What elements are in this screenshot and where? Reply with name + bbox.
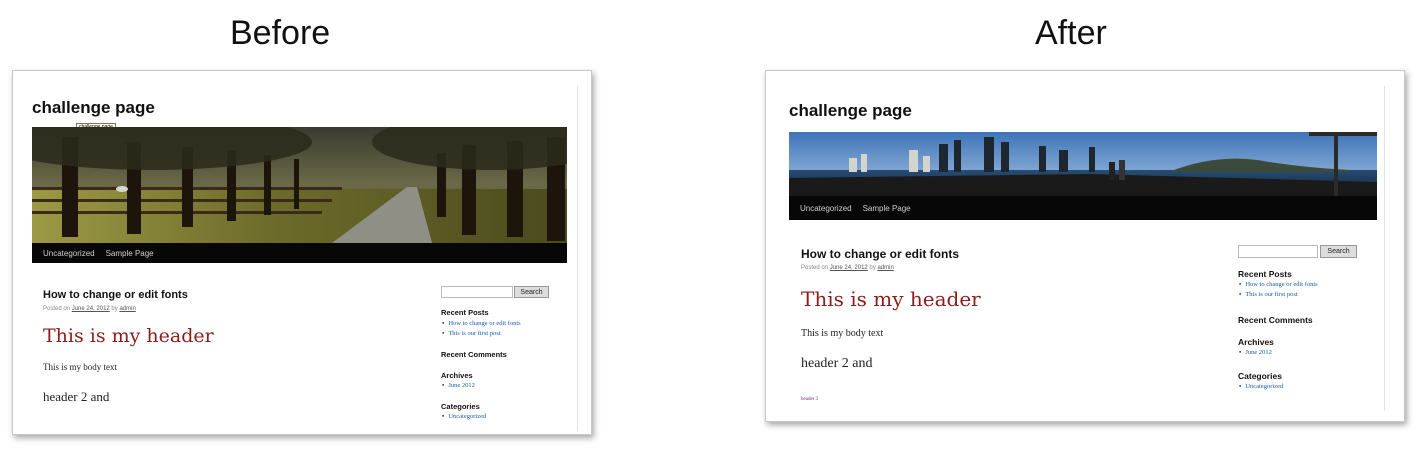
- after-screenshot: challenge page Uncategorized Sample Page…: [765, 70, 1405, 422]
- archives-list: June 2012: [442, 381, 475, 391]
- meta-date-link[interactable]: June 24, 2012: [830, 265, 868, 271]
- site-title[interactable]: challenge page: [32, 98, 155, 118]
- search-input[interactable]: [1238, 245, 1318, 258]
- post-header-1: This is my header: [801, 287, 981, 311]
- post-title[interactable]: How to change or edit fonts: [43, 289, 188, 301]
- meta-author-link[interactable]: admin: [119, 306, 135, 312]
- post-header-2: header 2 and: [43, 389, 110, 404]
- main-nav: Uncategorized Sample Page: [789, 196, 1377, 220]
- before-screenshot: challenge page challenge page: [12, 70, 592, 435]
- recent-post-link[interactable]: How to change or edit fonts: [442, 319, 520, 329]
- recent-posts-title: Recent Posts: [441, 308, 489, 317]
- recent-posts-title: Recent Posts: [1238, 269, 1292, 279]
- page-edge: [577, 86, 578, 431]
- after-label: After: [1035, 14, 1107, 52]
- archive-link[interactable]: June 2012: [1239, 348, 1272, 358]
- header-image-tree-avenue: [32, 127, 567, 243]
- post-body-text: This is my body text: [801, 328, 884, 339]
- post-title[interactable]: How to change or edit fonts: [801, 247, 959, 261]
- meta-date-link[interactable]: June 24, 2012: [72, 306, 110, 312]
- before-label: Before: [230, 14, 331, 52]
- archives-title: Archives: [1238, 337, 1274, 347]
- recent-posts-list: How to change or edit fonts This is our …: [1239, 280, 1318, 300]
- tree-avenue-image: [32, 127, 567, 243]
- archives-title: Archives: [441, 371, 473, 380]
- recent-post-link[interactable]: This is our first post: [1239, 290, 1318, 300]
- recent-comments-title: Recent Comments: [1238, 315, 1313, 325]
- search-input[interactable]: [441, 286, 513, 298]
- recent-post-link[interactable]: This is our first post: [442, 329, 521, 339]
- meta-prefix: Posted on: [43, 306, 71, 312]
- post-header-1: This is my header: [43, 325, 214, 347]
- archives-list: June 2012: [1239, 348, 1272, 358]
- recent-comments-title: Recent Comments: [441, 350, 507, 359]
- archive-link[interactable]: June 2012: [442, 381, 475, 391]
- main-nav: Uncategorized Sample Page: [32, 243, 567, 263]
- nav-item-uncategorized[interactable]: Uncategorized: [800, 204, 852, 213]
- category-link[interactable]: Uncategorized: [1239, 382, 1283, 392]
- category-link[interactable]: Uncategorized: [442, 412, 486, 422]
- meta-by: by: [111, 306, 118, 312]
- categories-title: Categories: [441, 402, 480, 411]
- nav-item-uncategorized[interactable]: Uncategorized: [43, 249, 95, 258]
- recent-posts-list: How to change or edit fonts This is our …: [442, 319, 521, 339]
- post-header-2: header 2 and: [801, 356, 873, 371]
- nav-item-sample-page[interactable]: Sample Page: [863, 204, 911, 213]
- site-title[interactable]: challenge page: [789, 101, 912, 121]
- search-button[interactable]: Search: [514, 286, 549, 298]
- city-panorama-image: [789, 132, 1377, 196]
- header-image-city-panorama: [789, 132, 1377, 196]
- nav-item-sample-page[interactable]: Sample Page: [106, 249, 154, 258]
- search-button[interactable]: Search: [1320, 245, 1357, 258]
- post-header-3: header 3: [801, 397, 819, 402]
- categories-list: Uncategorized: [1239, 382, 1283, 392]
- categories-list: Uncategorized: [442, 412, 486, 422]
- categories-title: Categories: [1238, 371, 1282, 381]
- post-body-text: This is my body text: [43, 362, 117, 372]
- meta-author-link[interactable]: admin: [877, 265, 893, 271]
- post-meta: Posted on June 24, 2012 by admin: [801, 265, 894, 271]
- post-meta: Posted on June 24, 2012 by admin: [43, 306, 136, 312]
- page-edge: [1384, 86, 1385, 411]
- meta-by: by: [869, 265, 876, 271]
- recent-post-link[interactable]: How to change or edit fonts: [1239, 280, 1317, 290]
- meta-prefix: Posted on: [801, 265, 829, 271]
